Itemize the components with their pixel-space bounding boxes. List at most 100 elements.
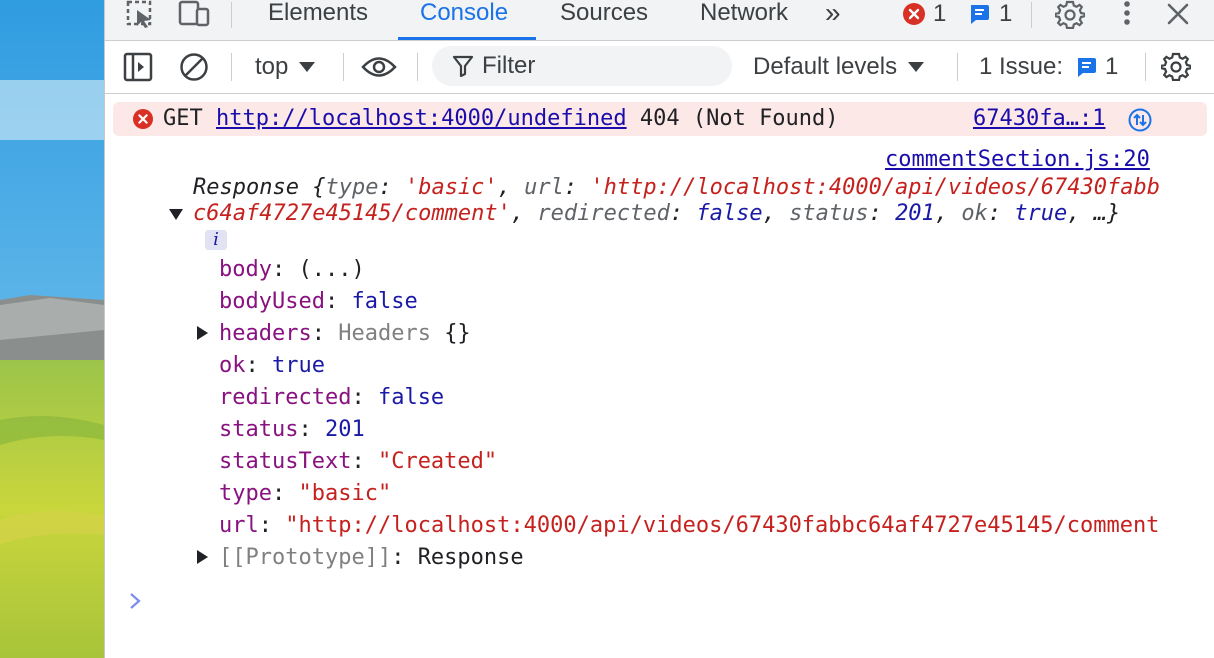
log-levels-dropdown[interactable]: Default levels xyxy=(753,53,925,81)
property-value: "basic" xyxy=(298,481,392,506)
property-key: bodyUsed xyxy=(219,289,325,314)
error-count-icon[interactable] xyxy=(902,0,926,28)
tabbar-divider xyxy=(231,2,232,28)
close-icon[interactable] xyxy=(1163,0,1193,28)
log-levels-label: Default levels xyxy=(753,53,898,80)
issues-count: 1 xyxy=(1105,53,1119,80)
property-value: true xyxy=(272,353,325,378)
response-summary-line[interactable]: c64af4727e45145/comment', redirected: fa… xyxy=(193,200,1120,228)
property-row[interactable]: status: 201 xyxy=(219,416,365,444)
summary-key: ok xyxy=(961,201,988,226)
error-source-link[interactable]: 67430fa…:1 xyxy=(973,104,1105,134)
summary-value: true xyxy=(1014,201,1068,226)
response-summary-line[interactable]: Response {type: 'basic', url: 'http://lo… xyxy=(193,174,1160,202)
summary-value: 'http://localhost:4000/api/videos/67430f… xyxy=(590,175,1160,200)
expand-triangle-icon[interactable] xyxy=(197,550,208,564)
property-value: 201 xyxy=(324,417,365,442)
property-value: "Created" xyxy=(377,449,498,474)
property-value: Response xyxy=(417,545,524,570)
summary-ellipsis: …} xyxy=(1093,201,1121,226)
property-value: "http://localhost:4000/api/videos/67430f… xyxy=(285,513,1163,538)
property-row[interactable]: body: (...) xyxy=(219,256,365,284)
message-count[interactable]: 1 xyxy=(999,0,1012,28)
more-options-icon[interactable] xyxy=(1115,0,1139,28)
live-expression-eye-icon[interactable] xyxy=(361,54,397,80)
inspect-element-icon[interactable] xyxy=(123,0,157,28)
property-key: [[Prototype]] xyxy=(219,545,392,570)
summary-value: 'basic' xyxy=(404,175,498,200)
console-toolbar: top Default levels 1 xyxy=(105,41,1214,94)
property-value: false xyxy=(377,385,445,410)
summary-value: false xyxy=(696,201,763,226)
property-key: ok xyxy=(219,353,246,378)
issues-label: 1 Issue: xyxy=(979,53,1064,80)
property-value-extra: {} xyxy=(444,321,471,346)
tab-console[interactable]: Console xyxy=(420,0,508,38)
property-row[interactable]: ok: true xyxy=(219,352,325,380)
filter-input[interactable] xyxy=(480,51,714,81)
property-row[interactable]: headers: Headers {} xyxy=(219,320,471,348)
console-prompt-chevron-icon[interactable] xyxy=(129,590,141,616)
issues-message-icon xyxy=(1078,58,1097,77)
tab-elements[interactable]: Elements xyxy=(268,0,368,38)
console-settings-gear-icon[interactable] xyxy=(1161,51,1191,81)
expand-triangle-icon[interactable] xyxy=(197,326,208,340)
property-value: Headers xyxy=(338,321,431,346)
property-row[interactable]: redirected: false xyxy=(219,384,444,412)
page-background-image xyxy=(0,0,104,658)
more-tabs-button[interactable]: » xyxy=(825,0,841,38)
error-message-row[interactable]: GET http://localhost:4000/undefined 404 … xyxy=(113,102,1207,136)
summary-key: url xyxy=(524,175,564,200)
info-badge-icon[interactable]: i xyxy=(205,230,227,250)
collapse-triangle-icon[interactable] xyxy=(169,209,183,220)
property-key: body xyxy=(219,257,272,282)
summary-value: c64af4727e45145/comment' xyxy=(193,201,511,226)
response-class-name: Response xyxy=(193,175,299,200)
toolbar-divider xyxy=(343,53,344,81)
error-status: 404 (Not Found) xyxy=(639,106,839,131)
property-row[interactable]: type: "basic" xyxy=(219,480,391,508)
summary-key: status xyxy=(789,201,869,226)
error-url-link[interactable]: http://localhost:4000/undefined xyxy=(216,106,627,131)
property-key: redirected xyxy=(219,385,352,410)
sidebar-toggle-icon[interactable] xyxy=(123,52,153,82)
issues-button[interactable]: 1 Issue: 1 xyxy=(979,53,1118,81)
property-key: url xyxy=(219,513,259,538)
summary-key: redirected xyxy=(537,201,670,226)
clear-console-icon[interactable] xyxy=(179,52,209,82)
error-icon xyxy=(133,109,153,134)
property-row[interactable]: [[Prototype]]: Response xyxy=(219,544,524,572)
property-key: status xyxy=(219,417,299,442)
property-row[interactable]: bodyUsed: false xyxy=(219,288,418,316)
context-selector[interactable]: top xyxy=(255,53,316,81)
toolbar-divider xyxy=(417,53,418,81)
toolbar-divider xyxy=(1145,53,1146,81)
dropdown-arrow-icon xyxy=(299,62,316,72)
settings-gear-icon[interactable] xyxy=(1053,0,1087,29)
error-text: GET http://localhost:4000/undefined 404 … xyxy=(163,104,839,134)
network-request-icon[interactable] xyxy=(1128,108,1152,137)
context-selector-label: top xyxy=(255,53,289,80)
property-key: headers xyxy=(219,321,312,346)
toolbar-divider xyxy=(957,53,958,81)
device-toolbar-icon[interactable] xyxy=(177,0,211,28)
toolbar-divider xyxy=(231,53,232,81)
message-count-icon[interactable] xyxy=(967,0,991,28)
console-output: GET http://localhost:4000/undefined 404 … xyxy=(105,94,1214,658)
devtools-panel: Elements Console Sources Network » 1 1 t… xyxy=(104,0,1214,658)
error-method: GET xyxy=(163,106,203,131)
tabbar-divider xyxy=(1031,2,1032,28)
property-key: statusText xyxy=(219,449,352,474)
property-row[interactable]: url: "http://localhost:4000/api/videos/6… xyxy=(219,512,1163,540)
active-tab-indicator xyxy=(398,37,536,40)
tab-network[interactable]: Network xyxy=(700,0,788,38)
filter-box[interactable] xyxy=(432,46,732,86)
filter-funnel-icon xyxy=(452,55,474,77)
log-source-link[interactable]: commentSection.js:20 xyxy=(885,146,1150,174)
property-value: (...) xyxy=(298,257,365,282)
summary-value: 201 xyxy=(895,201,935,226)
error-count[interactable]: 1 xyxy=(933,0,946,28)
tab-sources[interactable]: Sources xyxy=(560,0,648,38)
property-row[interactable]: statusText: "Created" xyxy=(219,448,497,476)
devtools-tabbar: Elements Console Sources Network » 1 1 xyxy=(105,0,1214,41)
